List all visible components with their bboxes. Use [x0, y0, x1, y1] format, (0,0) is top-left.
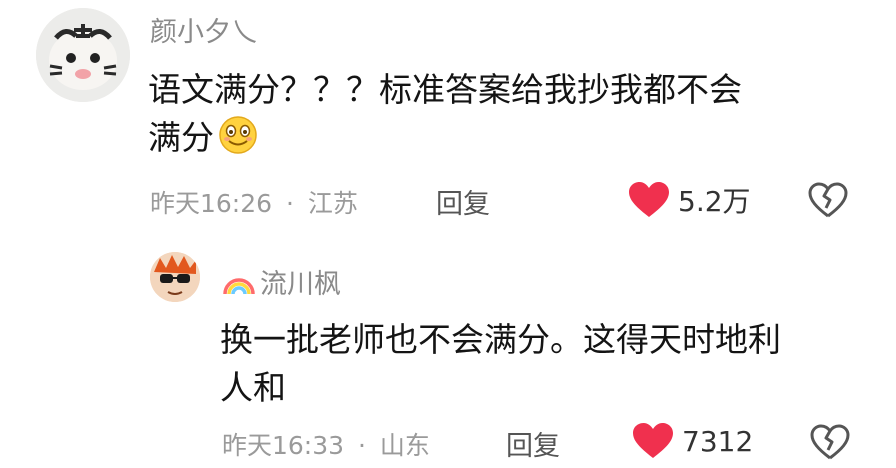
like-button[interactable]: 5.2万 — [628, 180, 751, 220]
username[interactable]: 颜小夕乀 — [150, 10, 258, 49]
comment-time: 昨天16:33 — [222, 431, 345, 460]
reply-button[interactable]: 回复 — [506, 424, 560, 463]
comment-location: 江苏 — [307, 189, 358, 218]
comment-text-line: 换一批老师也不会满分。这得天时地利 — [220, 320, 781, 359]
comment-text: 语文满分？？？标准答案给我抄我都不会 满分 — [148, 66, 742, 168]
meta-separator: · — [358, 431, 366, 460]
reply-button[interactable]: 回复 — [436, 182, 490, 221]
broken-heart-icon — [810, 424, 850, 460]
heart-icon — [633, 423, 673, 458]
comment-time: 昨天16:26 — [150, 189, 273, 218]
meta-separator: · — [286, 189, 294, 218]
like-count: 5.2万 — [678, 185, 751, 218]
comment-text-line: 满分 — [148, 114, 742, 168]
username-text: 流川枫 — [260, 269, 341, 300]
username[interactable]: 流川枫 — [222, 262, 341, 301]
dislike-button[interactable] — [808, 182, 848, 222]
rainbow-icon — [223, 277, 255, 294]
broken-heart-icon — [808, 182, 848, 218]
dislike-button[interactable] — [810, 424, 850, 464]
comment-text: 换一批老师也不会满分。这得天时地利 人和 — [220, 316, 781, 412]
comment-meta: 昨天16:33 · 山东 — [222, 426, 430, 462]
tiger-avatar-icon — [36, 8, 130, 102]
comment-location: 山东 — [379, 431, 430, 460]
user-avatar[interactable] — [150, 252, 200, 302]
cartoon-sunglasses-avatar-icon — [150, 252, 200, 302]
smiling-face-emoji-icon — [218, 115, 258, 168]
like-count: 7312 — [682, 424, 754, 458]
comment-meta: 昨天16:26 · 江苏 — [150, 184, 358, 220]
comment-text-fragment: 满分 — [148, 118, 214, 157]
like-button[interactable]: 7312 — [632, 422, 753, 460]
comment-text-line: 语文满分？？？标准答案给我抄我都不会 — [148, 70, 742, 109]
user-avatar[interactable] — [36, 8, 130, 102]
comment-text-line: 人和 — [220, 368, 286, 407]
heart-icon — [629, 182, 669, 217]
